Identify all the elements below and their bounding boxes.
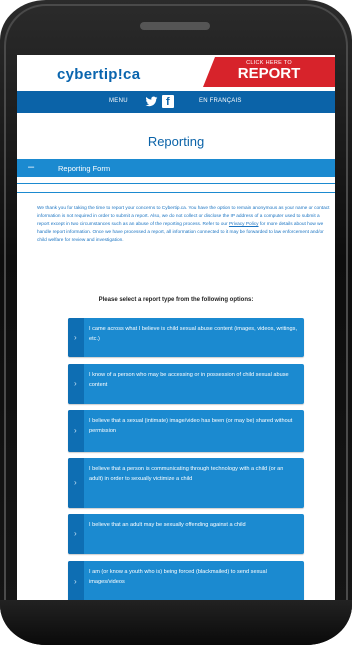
report-option[interactable]: › I believe that an adult may be sexuall…: [68, 514, 304, 554]
phone-bottom-bezel: [0, 600, 352, 645]
menu-link[interactable]: MENU: [109, 98, 128, 104]
report-button-label: REPORT: [237, 65, 301, 82]
report-option[interactable]: › I am (or know a youth who is) being fo…: [68, 561, 304, 600]
chevron-right-icon: ›: [74, 478, 77, 487]
reporting-form-label: Reporting Form: [58, 164, 111, 173]
report-option[interactable]: › I came across what I believe is child …: [68, 318, 304, 357]
option-marker: ›: [68, 318, 84, 357]
chevron-right-icon: ›: [74, 577, 77, 586]
reporting-form-header[interactable]: – Reporting Form: [17, 159, 335, 177]
option-marker: ›: [68, 458, 84, 508]
top-nav: MENU f EN FRANÇAIS: [17, 91, 335, 113]
intro-text: We thank you for taking the time to repo…: [37, 205, 333, 245]
option-marker: ›: [68, 561, 84, 600]
site-logo[interactable]: cybertip!ca: [57, 66, 140, 83]
phone-screen: cybertip!ca CLICK HERE TO REPORT MENU f …: [17, 55, 335, 600]
divider: [17, 183, 335, 184]
phone-earpiece: [140, 22, 210, 30]
option-marker: ›: [68, 410, 84, 452]
report-option-label: I came across what I believe is child se…: [89, 326, 297, 342]
report-option-label: I believe that an adult may be sexually …: [89, 522, 246, 528]
report-option[interactable]: › I believe that a sexual (intimate) ima…: [68, 410, 304, 452]
report-option-label: I believe that a sexual (intimate) image…: [89, 418, 293, 434]
collapse-icon[interactable]: –: [28, 161, 34, 173]
report-option[interactable]: › I believe that a person is communicati…: [68, 458, 304, 508]
report-option-label: I am (or know a youth who is) being forc…: [89, 569, 267, 585]
divider: [17, 192, 335, 193]
page-title: Reporting: [147, 134, 205, 149]
chevron-right-icon: ›: [74, 332, 77, 342]
twitter-icon[interactable]: [145, 95, 158, 108]
phone-frame: cybertip!ca CLICK HERE TO REPORT MENU f …: [0, 0, 352, 645]
report-option[interactable]: › I know of a person who may be accessin…: [68, 364, 304, 404]
report-option-label: I believe that a person is communicating…: [89, 466, 284, 482]
chevron-right-icon: ›: [74, 379, 77, 388]
report-option-label: I know of a person who may be accessing …: [89, 372, 289, 388]
chevron-right-icon: ›: [74, 529, 77, 538]
report-type-prompt: Please select a report type from the fol…: [98, 297, 254, 303]
facebook-icon[interactable]: f: [162, 95, 174, 108]
option-marker: ›: [68, 364, 84, 404]
report-button[interactable]: CLICK HERE TO REPORT: [203, 57, 335, 87]
brand-bar: cybertip!ca CLICK HERE TO REPORT: [17, 55, 335, 89]
option-marker: ›: [68, 514, 84, 554]
language-toggle[interactable]: EN FRANÇAIS: [199, 98, 242, 104]
chevron-right-icon: ›: [74, 426, 77, 435]
privacy-policy-link[interactable]: Privacy Policy: [229, 222, 259, 227]
